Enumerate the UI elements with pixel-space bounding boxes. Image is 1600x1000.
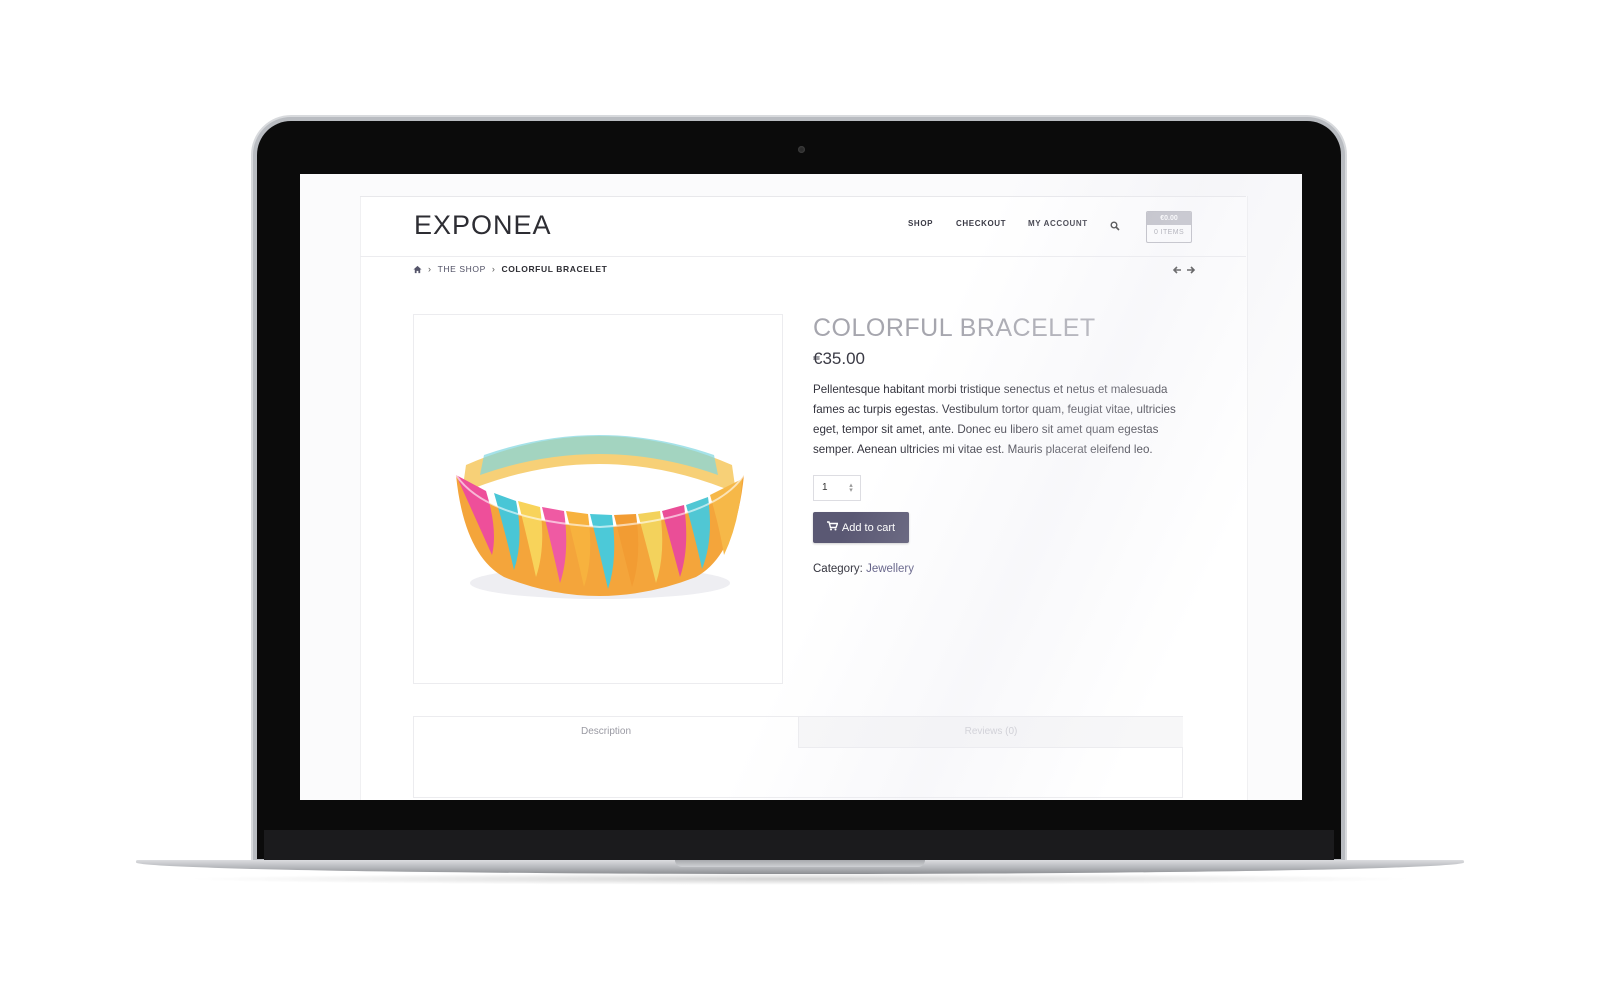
breadcrumb-shop[interactable]: THE SHOP	[438, 264, 486, 274]
bracelet-illustration	[455, 435, 745, 599]
category-link[interactable]: Jewellery	[866, 563, 914, 575]
nav-checkout[interactable]: CHECKOUT	[956, 219, 1006, 228]
nav-my-account[interactable]: MY ACCOUNT	[1028, 219, 1088, 228]
category-label: Category:	[813, 563, 863, 575]
bracelet-back	[462, 435, 736, 493]
site-logo[interactable]: EXPONEA	[414, 210, 552, 241]
webcam	[798, 146, 805, 153]
add-to-cart-button[interactable]: Add to cart	[813, 512, 909, 543]
add-to-cart-label: Add to cart	[841, 521, 896, 534]
search-icon[interactable]	[1110, 218, 1120, 231]
breadcrumb-separator: ›	[428, 264, 432, 274]
arrow-left-icon[interactable]	[1172, 262, 1182, 274]
quantity-stepper[interactable]: 1 ▴ ▾	[813, 475, 861, 501]
product-navigation	[1172, 262, 1196, 274]
header-top-border	[360, 196, 1246, 197]
tab-description[interactable]: Description	[414, 717, 798, 747]
laptop-notch	[675, 860, 925, 867]
nav-shop[interactable]: SHOP	[908, 219, 933, 228]
header-bottom-border	[360, 256, 1246, 257]
cart-total: €0.00	[1147, 212, 1191, 225]
breadcrumb-separator: ›	[491, 264, 496, 274]
breadcrumb-current: COLORFUL BRACELET	[501, 264, 608, 274]
spinner-arrows-icon[interactable]: ▴ ▾	[847, 482, 855, 494]
product-description: Pellentesque habitant morbi tristique se…	[813, 383, 1176, 456]
laptop-chin	[264, 830, 1334, 860]
mini-cart[interactable]: €0.00 0 ITEMS	[1146, 211, 1192, 243]
tab-reviews[interactable]: Reviews (0)	[798, 717, 1183, 748]
product-tabs: Description Reviews (0)	[413, 716, 1183, 798]
home-icon[interactable]	[413, 265, 422, 274]
product-title: COLORFUL BRACELET	[813, 314, 1096, 342]
product-price: €35.00	[813, 349, 865, 368]
cart-icon	[826, 521, 839, 534]
arrow-right-icon[interactable]	[1186, 262, 1196, 274]
product-image[interactable]	[413, 314, 783, 684]
product-category: Category: Jewellery	[813, 563, 914, 575]
breadcrumb: › THE SHOP › COLORFUL BRACELET	[413, 264, 607, 274]
cart-item-count: 0 ITEMS	[1153, 229, 1185, 236]
quantity-value: 1	[822, 482, 828, 493]
laptop-shadow	[180, 873, 1420, 885]
laptop-screen: EXPONEA SHOP CHECKOUT MY ACCOUNT €0.00 0…	[300, 174, 1302, 800]
